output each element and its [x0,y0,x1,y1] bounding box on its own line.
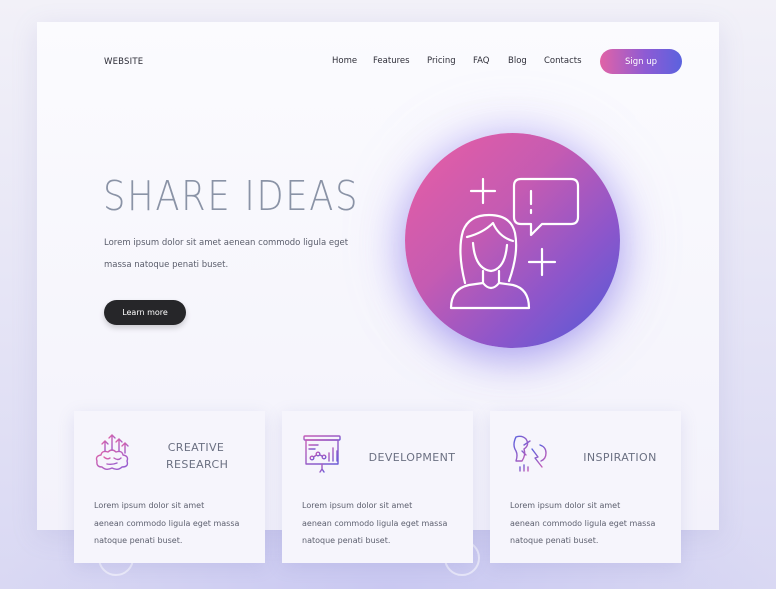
feature-card-development[interactable]: DEVELOPMENT Lorem ipsum dolor sit amet a… [282,411,473,563]
card-description: Lorem ipsum dolor sit amet aenean commod… [94,497,254,550]
nav-pricing[interactable]: Pricing [427,56,456,66]
signup-button[interactable]: Sign up [600,49,682,74]
brain-arrows-icon [95,434,129,470]
feature-card-creative-research[interactable]: CREATIVE RESEARCH Lorem ipsum dolor sit … [74,411,265,563]
feature-card-inspiration[interactable]: INSPIRATION Lorem ipsum dolor sit amet a… [490,411,681,563]
card-description: Lorem ipsum dolor sit amet aenean commod… [510,497,670,550]
card-description-line: natoque penati buset. [302,536,391,545]
hero-description-line: massa natoque penati buset. [104,260,229,270]
learn-more-button[interactable]: Learn more [104,300,186,325]
nav-contacts[interactable]: Contacts [544,56,582,66]
card-title-line: INSPIRATION [583,451,657,464]
site-logo[interactable]: WEBSITE [104,57,143,67]
presentation-chart-icon [303,435,341,473]
card-title: CREATIVE RESEARCH [166,439,229,473]
card-description-line: aenean commodo ligula eget massa [510,518,656,528]
card-title-line: CREATIVE [167,441,225,454]
card-description: Lorem ipsum dolor sit amet aenean commod… [302,497,462,550]
card-title: DEVELOPMENT [367,449,457,466]
card-title-line: RESEARCH [166,458,229,471]
nav-faq[interactable]: FAQ [473,56,489,66]
card-description-line: Lorem ipsum dolor sit amet [510,501,621,510]
head-lightning-icon [513,435,547,472]
hero-title: SHARE IDEAS [103,172,360,220]
hero-description-line: Lorem ipsum dolor sit amet aenean commod… [104,238,349,248]
card-description-line: Lorem ipsum dolor sit amet [94,501,205,510]
hero-illustration [405,133,620,348]
nav-blog[interactable]: Blog [508,56,527,66]
woman-speech-bubble-icon [449,177,580,310]
card-description-line: natoque penati buset. [510,536,599,545]
nav-features[interactable]: Features [373,56,410,66]
card-description-line: aenean commodo ligula eget massa [94,518,240,528]
card-description-line: aenean commodo ligula eget massa [302,518,448,528]
card-description-line: natoque penati buset. [94,536,183,545]
card-title: INSPIRATION [575,449,665,466]
hero-description: Lorem ipsum dolor sit amet aenean commod… [104,232,364,276]
card-title-line: DEVELOPMENT [368,451,456,464]
nav-home[interactable]: Home [332,56,357,66]
card-description-line: Lorem ipsum dolor sit amet [302,501,413,510]
